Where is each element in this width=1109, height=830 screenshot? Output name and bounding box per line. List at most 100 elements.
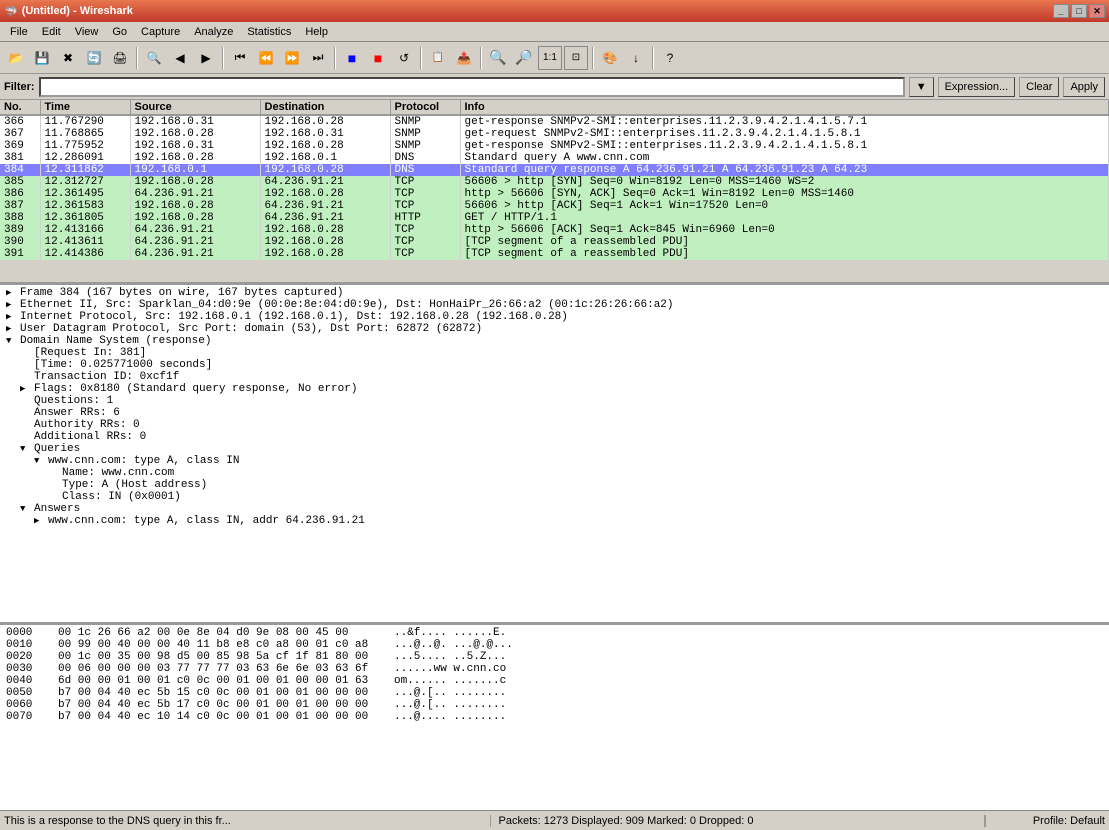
hex-bytes: 00 99 00 40 00 00 40 11 b8 e8 c0 a8 00 0… — [58, 639, 378, 651]
toolbar-sep-1 — [136, 47, 138, 69]
toolbar-go-first[interactable]: ⏮ — [228, 46, 252, 70]
toolbar-zoom-fit[interactable]: ⊡ — [564, 46, 588, 70]
expand-icon[interactable]: ▶ — [20, 384, 32, 394]
clear-button[interactable]: Clear — [1019, 77, 1059, 97]
toolbar-close[interactable]: ✖ — [56, 46, 80, 70]
detail-line: Answer RRs: 6 — [2, 407, 1107, 419]
menu-file[interactable]: File — [4, 25, 34, 39]
filter-bar: Filter: ▼ Expression... Clear Apply — [0, 74, 1109, 100]
table-cell: 64.236.91.21 — [260, 176, 390, 188]
toolbar-auto-scroll[interactable]: ↓ — [624, 46, 648, 70]
toolbar-help[interactable]: ? — [658, 46, 682, 70]
menu-analyze[interactable]: Analyze — [188, 25, 239, 39]
table-row[interactable]: 38612.36149564.236.91.21192.168.0.28TCPh… — [0, 188, 1109, 200]
detail-line[interactable]: ▼www.cnn.com: type A, class IN — [2, 455, 1107, 467]
toolbar-capture-stop[interactable]: ■ — [366, 46, 390, 70]
table-row[interactable]: 36711.768865192.168.0.28192.168.0.31SNMP… — [0, 128, 1109, 140]
hex-ascii: ..&f.... ......E. — [394, 627, 506, 639]
expand-icon[interactable]: ▶ — [6, 324, 18, 334]
close-button[interactable]: ✕ — [1089, 4, 1105, 18]
table-row[interactable]: 39012.41361164.236.91.21192.168.0.28TCP[… — [0, 236, 1109, 248]
table-row[interactable]: 38912.41316664.236.91.21192.168.0.28TCPh… — [0, 224, 1109, 236]
expand-icon[interactable]: ▶ — [6, 300, 18, 310]
detail-text: Frame 384 (167 bytes on wire, 167 bytes … — [20, 287, 343, 299]
detail-line[interactable]: ▶Frame 384 (167 bytes on wire, 167 bytes… — [2, 287, 1107, 299]
toolbar-colorize[interactable]: 🎨 — [598, 46, 622, 70]
packet-detail-content: ▶Frame 384 (167 bytes on wire, 167 bytes… — [2, 287, 1107, 527]
hex-ascii: ...@..@. ...@.@... — [394, 639, 513, 651]
col-info: Info — [460, 100, 1109, 115]
table-row[interactable]: 38112.286091192.168.0.28192.168.0.1DNSSt… — [0, 152, 1109, 164]
toolbar-zoom-out[interactable]: 🔎 — [512, 46, 536, 70]
detail-line[interactable]: ▶User Datagram Protocol, Src Port: domai… — [2, 323, 1107, 335]
expand-icon[interactable]: ▶ — [6, 288, 18, 298]
menu-capture[interactable]: Capture — [135, 25, 186, 39]
table-row[interactable]: 38512.312727192.168.0.2864.236.91.21TCP5… — [0, 176, 1109, 188]
filter-dropdown-btn[interactable]: ▼ — [909, 77, 934, 97]
expand-icon[interactable]: ▶ — [34, 516, 46, 526]
table-cell: 391 — [0, 248, 40, 260]
expand-icon[interactable]: ▼ — [20, 444, 32, 454]
menu-help[interactable]: Help — [299, 25, 334, 39]
detail-line[interactable]: ▶Flags: 0x8180 (Standard query response,… — [2, 383, 1107, 395]
expression-button[interactable]: Expression... — [938, 77, 1016, 97]
menu-statistics[interactable]: Statistics — [241, 25, 297, 39]
minimize-button[interactable]: _ — [1053, 4, 1069, 18]
packet-list[interactable]: No. Time Source Destination Protocol Inf… — [0, 100, 1109, 285]
toolbar-capture-start[interactable]: ■ — [340, 46, 364, 70]
filter-input[interactable] — [39, 77, 905, 97]
table-row[interactable]: 38412.311862192.168.0.1192.168.0.28DNSSt… — [0, 164, 1109, 176]
detail-line[interactable]: ▼Domain Name System (response) — [2, 335, 1107, 347]
menu-view[interactable]: View — [69, 25, 105, 39]
toolbar-next[interactable]: ▶ — [194, 46, 218, 70]
menu-go[interactable]: Go — [106, 25, 133, 39]
expand-icon[interactable]: ▼ — [34, 456, 46, 466]
toolbar-find[interactable]: 🔍 — [142, 46, 166, 70]
toolbar-capture-options[interactable]: 📋 — [426, 46, 450, 70]
hex-offset: 0060 — [6, 699, 42, 711]
expand-icon[interactable]: ▶ — [6, 312, 18, 322]
detail-line[interactable]: ▶Ethernet II, Src: Sparklan_04:d0:9e (00… — [2, 299, 1107, 311]
detail-text: Authority RRs: 0 — [34, 419, 140, 431]
detail-line[interactable]: ▼Answers — [2, 503, 1107, 515]
toolbar-capture-restart[interactable]: ↺ — [392, 46, 416, 70]
table-cell: 56606 > http [ACK] Seq=1 Ack=1 Win=17520… — [460, 200, 1109, 212]
table-row[interactable]: 36911.775952192.168.0.31192.168.0.28SNMP… — [0, 140, 1109, 152]
detail-line[interactable]: ▶Internet Protocol, Src: 192.168.0.1 (19… — [2, 311, 1107, 323]
hex-ascii: ...@.[.. ........ — [394, 699, 506, 711]
toolbar-go-next[interactable]: ⏩ — [280, 46, 304, 70]
apply-button[interactable]: Apply — [1063, 77, 1105, 97]
toolbar-print[interactable]: 🖨 — [108, 46, 132, 70]
toolbar-zoom-reset[interactable]: 1:1 — [538, 46, 562, 70]
table-cell: 11.775952 — [40, 140, 130, 152]
detail-line: Questions: 1 — [2, 395, 1107, 407]
toolbar-sep-7 — [652, 47, 654, 69]
hex-view-panel[interactable]: 000000 1c 26 66 a2 00 0e 8e 04 d0 9e 08 … — [0, 625, 1109, 810]
toolbar-go-prev[interactable]: ⏪ — [254, 46, 278, 70]
table-row[interactable]: 38712.361583192.168.0.2864.236.91.21TCP5… — [0, 200, 1109, 212]
maximize-button[interactable]: □ — [1071, 4, 1087, 18]
detail-line[interactable]: ▶www.cnn.com: type A, class IN, addr 64.… — [2, 515, 1107, 527]
table-cell: 64.236.91.21 — [260, 212, 390, 224]
table-row[interactable]: 38812.361805192.168.0.2864.236.91.21HTTP… — [0, 212, 1109, 224]
toolbar-zoom-in[interactable]: 🔍 — [486, 46, 510, 70]
expand-icon[interactable]: ▼ — [6, 336, 18, 346]
detail-line[interactable]: ▼Queries — [2, 443, 1107, 455]
table-cell: 192.168.0.28 — [130, 200, 260, 212]
expand-icon[interactable]: ▼ — [20, 504, 32, 514]
hex-offset: 0040 — [6, 675, 42, 687]
table-cell: http > 56606 [SYN, ACK] Seq=0 Ack=1 Win=… — [460, 188, 1109, 200]
toolbar-go-last[interactable]: ⏭ — [306, 46, 330, 70]
table-row[interactable]: 36611.767290192.168.0.31192.168.0.28SNMP… — [0, 115, 1109, 128]
hex-row: 0070b7 00 04 40 ec 10 14 c0 0c 00 01 00 … — [2, 711, 1107, 723]
toolbar-reload[interactable]: 🔄 — [82, 46, 106, 70]
toolbar-prev[interactable]: ◀ — [168, 46, 192, 70]
toolbar-capture-filters[interactable]: 📤 — [452, 46, 476, 70]
menu-edit[interactable]: Edit — [36, 25, 67, 39]
toolbar-save[interactable]: 💾 — [30, 46, 54, 70]
packet-detail-panel[interactable]: ▶Frame 384 (167 bytes on wire, 167 bytes… — [0, 285, 1109, 625]
hex-bytes: b7 00 04 40 ec 10 14 c0 0c 00 01 00 01 0… — [58, 711, 378, 723]
table-row[interactable]: 39112.41438664.236.91.21192.168.0.28TCP[… — [0, 248, 1109, 260]
toolbar-open[interactable]: 📂 — [4, 46, 28, 70]
hex-bytes: 00 1c 26 66 a2 00 0e 8e 04 d0 9e 08 00 4… — [58, 627, 378, 639]
